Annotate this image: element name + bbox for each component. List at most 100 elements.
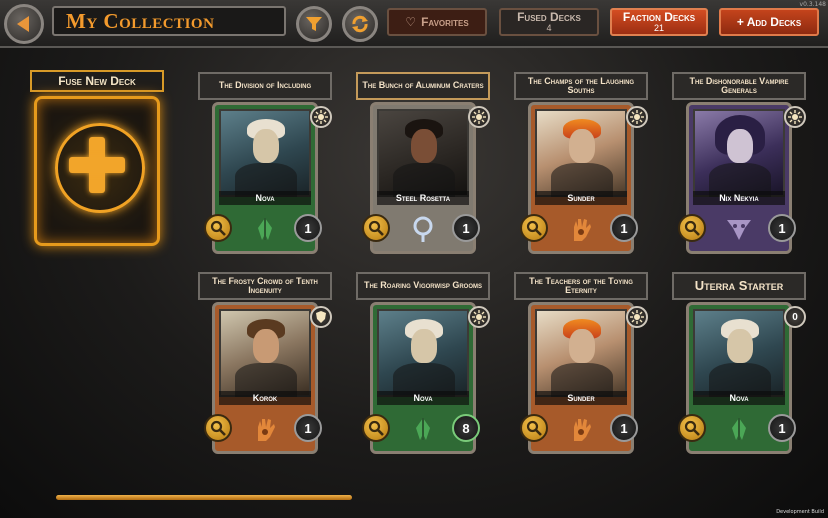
deck-card[interactable]: The Frosty Crowd of Tenth Ingenuity Korok… [198,272,332,454]
deck-title: The Division of Including [198,72,332,100]
tab-faction-label: Faction Decks [622,10,696,24]
portrait-face [569,129,595,163]
character-name-text: Nova [255,193,275,203]
plus-icon-bar [69,157,125,173]
deck-count-badge: 1 [294,414,322,442]
tab-faction-decks[interactable]: Faction Decks 21 [610,8,708,36]
uterra-faction-icon [416,418,430,440]
fuse-new-deck-label: Fuse New Deck [30,70,164,92]
character-portrait [377,309,469,397]
deck-title-text: The Division of Including [218,80,312,91]
deck-count-text: 1 [778,220,786,236]
fuse-new-deck-card[interactable]: Fuse New Deck [30,70,164,246]
shield-gem-icon [316,311,326,323]
deck-title-text: The Teachers of the Toying Eternity [529,275,633,295]
zoom-button[interactable] [362,214,390,242]
character-name-text: Steel Rosetta [395,193,451,203]
magnifier-icon [684,420,700,436]
zoom-button[interactable] [204,214,232,242]
sun-gem-icon [472,310,486,324]
filter-button[interactable] [296,6,332,42]
deck-gem: 0 [784,306,806,328]
deck-card[interactable]: The Division of Including Nova 1 [198,72,332,254]
portrait-face [727,129,753,163]
deck-card[interactable]: The Teachers of the Toying Eternity Sunde… [514,272,648,454]
deck-title: The Frosty Crowd of Tenth Ingenuity [198,272,332,300]
zoom-button[interactable] [678,214,706,242]
deck-count-text: 1 [462,220,470,236]
character-name: Sunder [535,191,627,205]
character-portrait [693,309,785,397]
deck-title-text: The Dishonorable Vampire Generals [689,75,789,95]
deck-title: The Bunch of Aluminum Craters [356,72,490,100]
fuse-panel[interactable] [34,96,160,246]
deck-card[interactable]: The Roaring Vigorwisp Grooms Nova 8 [356,272,490,454]
deck-title-text: The Champs of the Laughing Souths [527,75,635,95]
character-name-text: Nova [729,393,749,403]
deck-title-text: The Bunch of Aluminum Craters [362,80,484,91]
zoom-button[interactable] [520,414,548,442]
tab-faction-count: 21 [653,23,664,33]
character-portrait [535,109,627,197]
deck-card[interactable]: Uterra Starter Nova 1 0 [672,272,806,454]
deck-title: Uterra Starter [672,272,806,300]
refresh-button[interactable] [342,6,378,42]
magnifier-icon [210,420,226,436]
sun-gem-icon [630,310,644,324]
character-name: Nova [693,391,785,405]
character-name: Steel Rosetta [377,191,469,205]
deck-count-badge: 1 [768,214,796,242]
deck-card[interactable]: The Dishonorable Vampire Generals Nix Nek… [672,72,806,254]
magnifier-icon [684,220,700,236]
sun-gem-icon [472,110,486,124]
character-name-text: Nix Nekyia [719,193,759,203]
deck-gem [310,106,332,128]
back-button[interactable] [4,4,44,44]
portrait-face [727,329,753,363]
zoom-button[interactable] [678,414,706,442]
deck-gem [468,106,490,128]
zoom-button[interactable] [204,414,232,442]
deck-gem [310,306,332,328]
sun-gem-icon [788,110,802,124]
sun-gem-icon [630,110,644,124]
character-portrait [693,109,785,197]
horizontal-scrollbar[interactable] [56,495,352,500]
tab-fused-decks[interactable]: Fused Decks 4 [499,8,599,36]
character-portrait [219,309,311,397]
magnifier-icon [368,220,384,236]
deck-card[interactable]: The Champs of the Laughing Souths Sunder 1 [514,72,648,254]
add-decks-label: + Add Decks [736,15,802,29]
page-title-text: My Collection [66,8,215,33]
zoom-button[interactable] [362,414,390,442]
tab-favorites[interactable]: ♡ Favorites [387,8,487,36]
character-name-text: Nova [413,393,433,403]
sun-gem-icon [314,110,328,124]
deck-count-text: 1 [620,220,628,236]
magnifier-icon [526,420,542,436]
deck-count-text: 1 [304,420,312,436]
portrait-face [411,329,437,363]
deck-card[interactable]: The Bunch of Aluminum Craters Steel Roset… [356,72,490,254]
tab-fused-label: Fused Decks [517,10,581,24]
argagarg-hand-icon [258,419,275,441]
deck-count-text: 1 [620,420,628,436]
deck-count-text: 8 [462,420,470,436]
deck-count-badge: 1 [452,214,480,242]
uterra-faction-icon [732,418,746,440]
add-decks-button[interactable]: + Add Decks [719,8,819,36]
deck-count-badge: 1 [768,414,796,442]
portrait-face [569,329,595,363]
deck-gem [468,306,490,328]
character-name: Sunder [535,391,627,405]
character-name: Nova [219,191,311,205]
deck-title-text: Uterra Starter [694,278,784,294]
character-portrait [535,309,627,397]
deck-count-text: 1 [778,420,786,436]
deck-count-badge: 8 [452,414,480,442]
heart-icon: ♡ [405,15,417,29]
deck-title-text: The Roaring Vigorwisp Grooms [363,280,483,291]
deck-gem [784,106,806,128]
magnifier-icon [210,220,226,236]
zoom-button[interactable] [520,214,548,242]
